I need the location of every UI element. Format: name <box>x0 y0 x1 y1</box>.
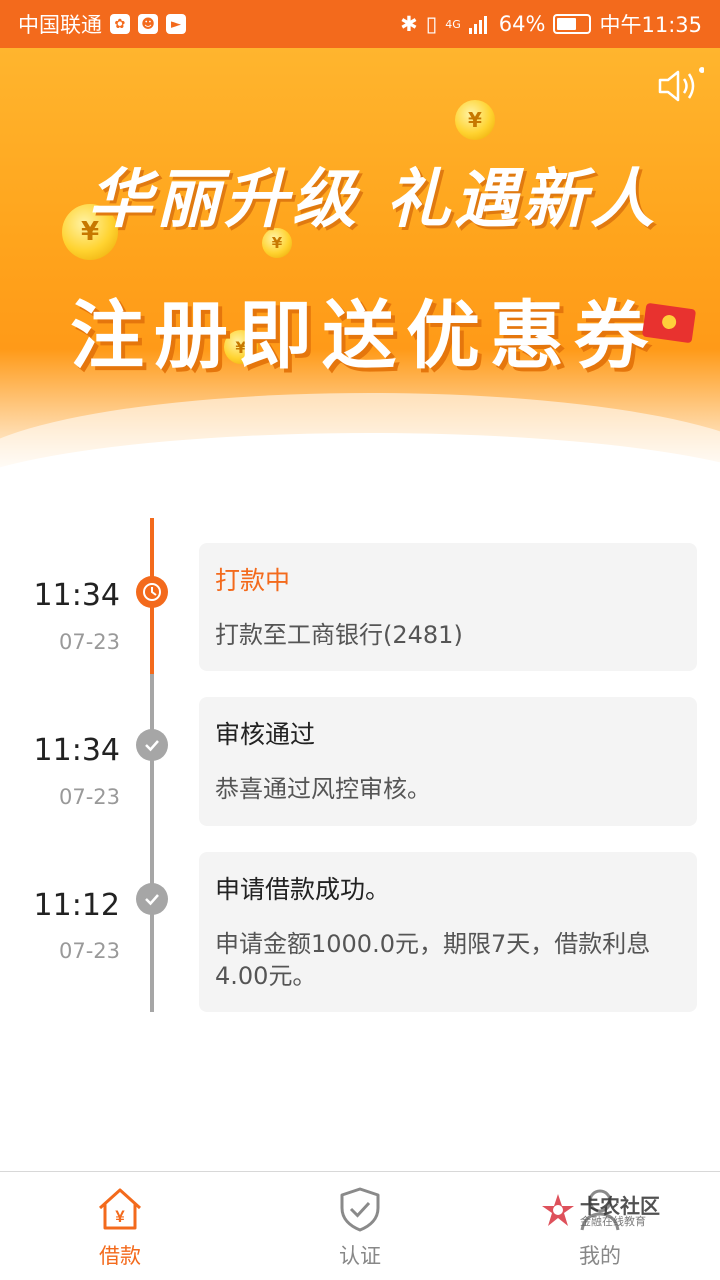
battery-percent: 64% <box>498 12 546 36</box>
watermark-logo: 卡农社区 金融在线教育 <box>540 1190 670 1230</box>
timeline-date: 07-23 <box>58 785 120 809</box>
svg-text:¥: ¥ <box>115 1207 125 1226</box>
carousel-dot-active[interactable] <box>364 440 378 454</box>
carousel-indicator <box>342 440 378 454</box>
timeline-card: 审核通过 恭喜通过风控审核。 <box>199 697 697 826</box>
timeline-date: 07-23 <box>58 630 120 654</box>
timeline-line <box>150 674 154 1012</box>
speaker-icon[interactable] <box>656 66 704 106</box>
timeline-title: 审核通过 <box>215 720 316 749</box>
nav-label: 借款 <box>99 1244 141 1268</box>
coin-decoration: ¥ <box>455 100 495 140</box>
nav-label: 认证 <box>339 1244 381 1268</box>
loan-house-icon: ¥ <box>98 1188 142 1230</box>
banner-subheadline: 注册即送优惠券 <box>70 293 658 379</box>
timeline-time: 11:34 <box>33 578 120 613</box>
timeline-description: 打款至工商银行(2481) <box>215 621 463 649</box>
promo-banner[interactable]: ¥ ¥ ¥ ¥ 华丽升级 礼遇新人 注册即送优惠券 <box>0 48 720 478</box>
timeline-time: 11:34 <box>33 733 120 768</box>
nav-label: 我的 <box>579 1244 621 1268</box>
bottom-nav: ¥ 借款 认证 我的 卡农社区 金融在线教育 <box>0 1171 720 1280</box>
timeline-card: 申请借款成功。 申请金额1000.0元，期限7天，借款利息4.00元。 <box>199 852 697 1012</box>
watermark-icon <box>542 1194 574 1226</box>
carousel-dot[interactable] <box>342 440 356 454</box>
app-notification-icon: ☻ <box>138 14 158 34</box>
network-type: 4G <box>445 17 461 31</box>
banner-headline: 华丽升级 礼遇新人 <box>88 163 659 237</box>
watermark-subtitle: 金融在线教育 <box>580 1215 646 1228</box>
loan-status-timeline: 11:34 07-23 打款中 打款至工商银行(2481) 11:34 07-2… <box>0 478 720 1168</box>
vibrate-icon: ▯ <box>425 12 438 36</box>
app-notification-icon: ✿ <box>110 14 130 34</box>
battery-level <box>557 18 577 30</box>
app-notification-icon: ► <box>166 14 186 34</box>
timeline-title: 打款中 <box>215 566 291 595</box>
timeline-description: 恭喜通过风控审核。 <box>215 775 431 803</box>
check-icon <box>136 883 168 915</box>
signal-icon <box>468 16 487 34</box>
battery-icon <box>553 14 592 34</box>
shield-check-icon <box>340 1187 380 1232</box>
red-packet-icon <box>641 302 697 344</box>
clock-time: 中午11:35 <box>599 13 702 37</box>
check-icon <box>136 729 168 761</box>
timeline-time: 11:12 <box>33 888 120 923</box>
clock-icon <box>136 576 168 608</box>
timeline-title: 申请借款成功。 <box>215 875 391 904</box>
nav-tab-loan[interactable]: ¥ 借款 <box>0 1172 240 1280</box>
carrier-name: 中国联通 <box>18 13 102 37</box>
timeline-description: 申请金额1000.0元，期限7天，借款利息4.00元。 <box>215 930 651 990</box>
timeline-card: 打款中 打款至工商银行(2481) <box>199 543 697 671</box>
timeline-date: 07-23 <box>58 939 120 963</box>
nav-tab-verify[interactable]: 认证 <box>240 1172 480 1280</box>
bluetooth-icon: ✱ <box>400 12 418 36</box>
status-bar: 中国联通 ✿ ☻ ► ✱ ▯ 4G 64% 中午11:35 <box>0 0 720 48</box>
